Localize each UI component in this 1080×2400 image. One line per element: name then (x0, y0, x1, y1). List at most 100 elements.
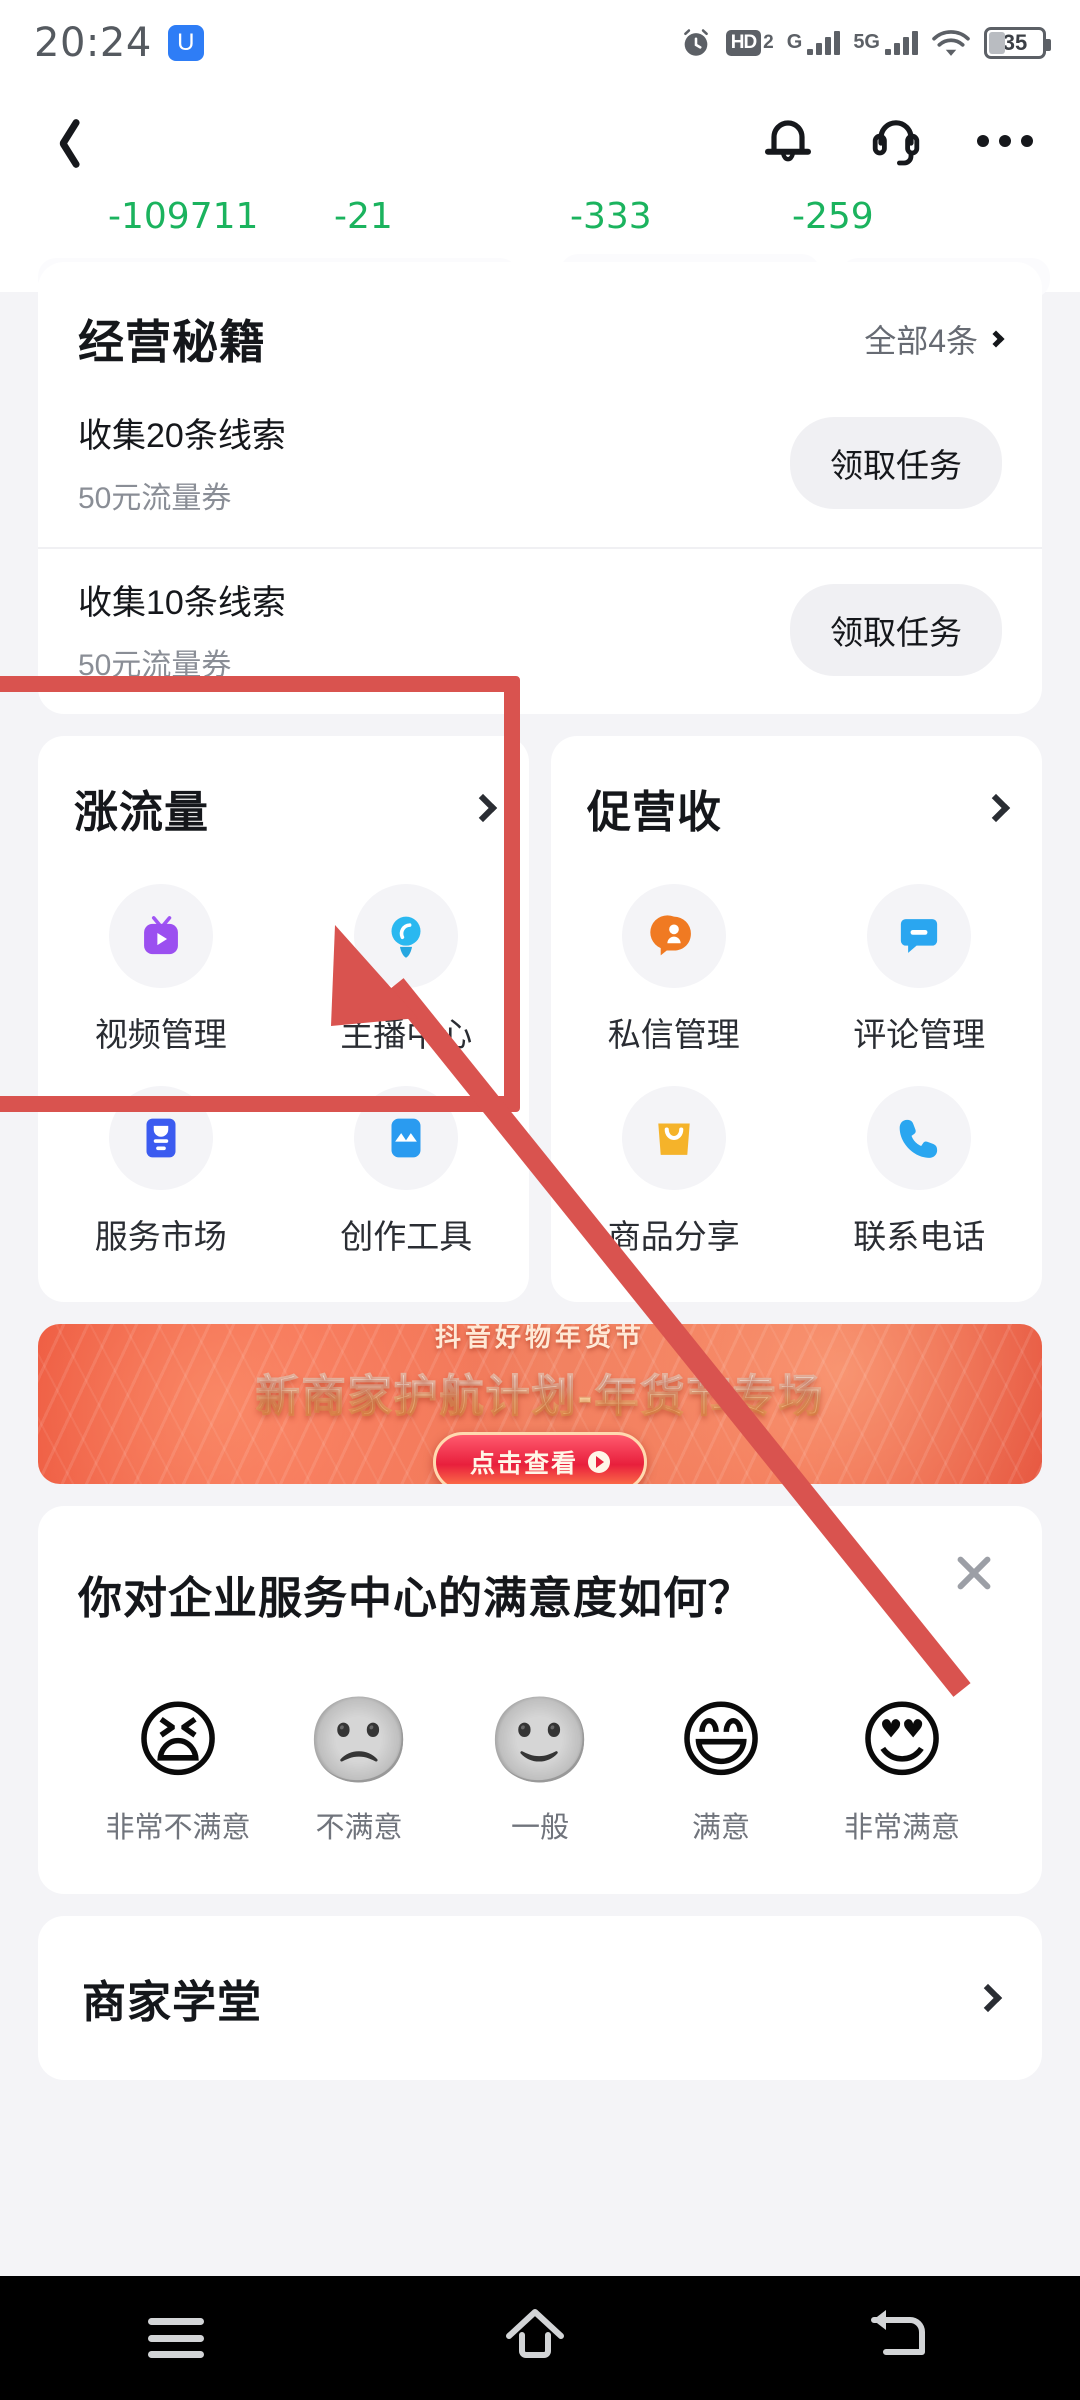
task-reward: 50元流量券 (78, 649, 232, 682)
claim-task-button[interactable]: 领取任务 (790, 583, 1002, 676)
face-very-satisfied-icon: 😍 (858, 1693, 946, 1787)
survey-option-label: 不满意 (315, 1812, 403, 1844)
banner-title: 新商家护航计划-年货节专场 (255, 1360, 825, 1424)
tile-goods-share[interactable]: 商品分享 (551, 1086, 797, 1258)
traffic-growth-title: 涨流量 (74, 788, 209, 837)
chevron-right-icon (973, 1983, 1003, 2013)
view-all-secrets-link[interactable]: 全部4条 (864, 316, 1005, 362)
merchant-school-title: 商家学堂 (82, 1978, 262, 2027)
creation-tools-icon (354, 1086, 459, 1190)
tile-service-market[interactable]: 服务市场 (38, 1086, 284, 1258)
tile-direct-message[interactable]: 私信管理 (551, 884, 797, 1056)
traffic-growth-header[interactable]: 涨流量 (38, 776, 529, 840)
survey-option-unsatisfied[interactable]: 🙁 不满意 (269, 1698, 449, 1846)
feature-cards-row: 涨流量 视频管理 主播中心 服务市场 创作工具 促营收 私信管理 评论管理 商品… (38, 736, 1042, 1302)
revenue-boost-header[interactable]: 促营收 (551, 776, 1042, 840)
signal-g-icon: G (787, 31, 841, 55)
survey-option-neutral[interactable]: 🙂 一般 (450, 1698, 630, 1846)
face-unsatisfied-icon: 🙁 (306, 1693, 412, 1787)
phone-screen: 20:24 U HD 2 G 5G 35 -109711 -21 -333 -2… (0, 0, 1080, 2400)
tile-label: 评论管理 (853, 1016, 986, 1053)
close-icon[interactable] (946, 1544, 1002, 1600)
survey-option-very-satisfied[interactable]: 😍 非常满意 (812, 1698, 992, 1846)
traffic-growth-tiles: 视频管理 主播中心 服务市场 创作工具 (38, 884, 529, 1258)
task-title: 收集10条线索 (78, 584, 286, 622)
survey-question: 你对企业服务中心的满意度如何？ (78, 1574, 753, 1623)
survey-option-label: 一般 (510, 1812, 569, 1844)
alarm-icon (679, 26, 713, 60)
app-bar (0, 86, 1080, 196)
tile-label: 主播中心 (340, 1016, 473, 1053)
comment-manage-icon (867, 884, 972, 988)
merchant-school-card[interactable]: 商家学堂 (38, 1916, 1042, 2080)
stat-value-2: -21 (334, 196, 393, 237)
revenue-boost-card: 促营收 私信管理 评论管理 商品分享 联系电话 (551, 736, 1042, 1302)
task-title: 收集20条线索 (78, 417, 286, 455)
app-notification-badge-icon: U (167, 25, 204, 61)
stat-value-1: -109711 (108, 196, 259, 237)
bell-icon[interactable] (760, 111, 816, 171)
status-time: 20:24 (34, 20, 152, 66)
face-very-unsatisfied-icon: 😫 (134, 1693, 222, 1787)
hd2-icon: HD 2 (725, 30, 774, 56)
tile-phone[interactable]: 联系电话 (797, 1086, 1043, 1258)
video-manage-icon (108, 884, 213, 988)
secret-task-row[interactable]: 收集20条线索 50元流量券 领取任务 (38, 382, 1042, 547)
home-icon[interactable] (499, 2306, 571, 2371)
tile-anchor-center[interactable]: 主播中心 (284, 884, 530, 1056)
stat-value-3: -333 (570, 196, 652, 237)
banner-cta-button[interactable]: 点击查看 (432, 1431, 647, 1484)
page-title: 经营秘籍 (78, 316, 266, 368)
tile-comment-manage[interactable]: 评论管理 (797, 884, 1043, 1056)
status-bar: 20:24 U HD 2 G 5G 35 (0, 0, 1080, 86)
menu-icon[interactable] (147, 2318, 204, 2358)
survey-option-satisfied[interactable]: 😄 满意 (631, 1698, 811, 1846)
chevron-right-icon (987, 330, 1005, 348)
stat-value-4: -259 (792, 196, 874, 237)
tile-creation-tools[interactable]: 创作工具 (284, 1086, 530, 1258)
promo-banner[interactable]: 抖音好物年货节 新商家护航计划-年货节专场 点击查看 (38, 1324, 1042, 1484)
claim-task-button[interactable]: 领取任务 (790, 416, 1002, 509)
more-dots-icon[interactable] (976, 131, 1034, 151)
tile-label: 私信管理 (607, 1016, 740, 1053)
battery-icon: 35 (984, 27, 1051, 59)
survey-options: 😫 非常不满意 🙁 不满意 🙂 一般 😄 满意 😍 非常满意 (78, 1698, 1002, 1846)
direct-message-icon (621, 884, 726, 988)
business-secrets-card: 经营秘籍 全部4条 收集20条线索 50元流量券 领取任务 收集10条线索 50… (38, 262, 1042, 714)
tile-label: 创作工具 (340, 1218, 473, 1255)
secret-task-row[interactable]: 收集10条线索 50元流量券 领取任务 (38, 547, 1042, 714)
survey-option-very-unsatisfied[interactable]: 😫 非常不满意 (88, 1698, 268, 1846)
view-all-label: 全部4条 (864, 323, 978, 359)
goods-share-icon (621, 1086, 726, 1190)
wifi-icon (931, 27, 971, 59)
tile-label: 视频管理 (94, 1016, 227, 1053)
status-icons: HD 2 G 5G 35 (679, 26, 1051, 60)
revenue-boost-title: 促营收 (587, 788, 722, 837)
chevron-right-icon (981, 793, 1011, 823)
page-content: 经营秘籍 全部4条 收集20条线索 50元流量券 领取任务 收集10条线索 50… (0, 262, 1080, 2276)
play-circle-icon (588, 1450, 610, 1473)
back-icon[interactable] (866, 2306, 932, 2371)
survey-option-label: 非常不满意 (105, 1812, 251, 1844)
satisfaction-survey-card: 你对企业服务中心的满意度如何？ 😫 非常不满意 🙁 不满意 🙂 一般 😄 满意 (38, 1506, 1042, 1894)
task-reward: 50元流量券 (78, 482, 232, 515)
banner-cta-label: 点击查看 (469, 1449, 578, 1478)
service-market-icon (108, 1086, 213, 1190)
face-satisfied-icon: 😄 (677, 1693, 765, 1787)
back-chevron-icon[interactable] (46, 115, 76, 167)
chevron-right-icon (468, 793, 498, 823)
banner-subtitle: 抖音好物年货节 (434, 1324, 645, 1352)
survey-option-label: 非常满意 (843, 1812, 960, 1844)
tile-label: 服务市场 (94, 1218, 227, 1255)
traffic-growth-card: 涨流量 视频管理 主播中心 服务市场 创作工具 (38, 736, 529, 1302)
headset-icon[interactable] (868, 111, 924, 171)
business-secrets-header: 经营秘籍 全部4条 (38, 262, 1042, 382)
anchor-center-icon (354, 884, 459, 988)
survey-option-label: 满意 (691, 1812, 750, 1844)
revenue-boost-tiles: 私信管理 评论管理 商品分享 联系电话 (551, 884, 1042, 1258)
tile-video-manage[interactable]: 视频管理 (38, 884, 284, 1056)
android-nav-bar (0, 2276, 1080, 2400)
tile-label: 商品分享 (607, 1218, 740, 1255)
tile-label: 联系电话 (853, 1218, 986, 1255)
signal-5g-icon: 5G (853, 31, 918, 55)
